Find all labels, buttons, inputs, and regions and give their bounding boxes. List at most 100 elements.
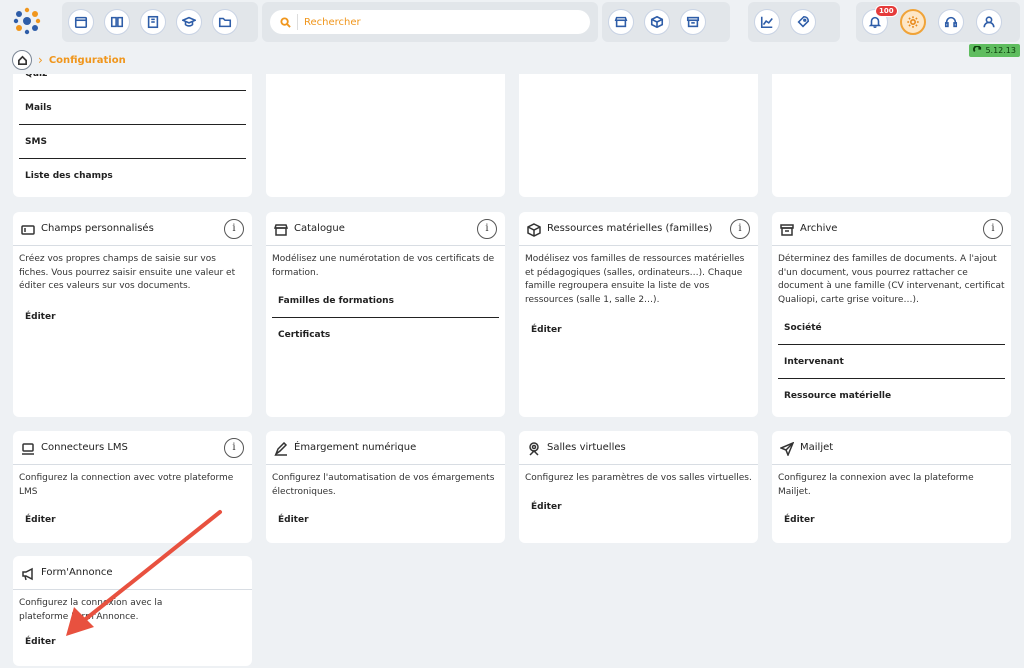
rocket-button[interactable] — [790, 9, 816, 35]
building-icon — [147, 15, 159, 29]
graduation-cap-icon — [182, 16, 196, 27]
breadcrumb: › Configuration — [12, 50, 126, 70]
store-button[interactable] — [608, 9, 634, 35]
archive-list: Société Intervenant Ressource matérielle — [772, 311, 1011, 413]
info-icon[interactable]: i — [983, 218, 1003, 239]
list-item-familles-de-formations[interactable]: Familles de formations — [272, 284, 499, 318]
card-archive: Archive i Déterminez des familles de doc… — [772, 212, 1011, 417]
archive-box-icon — [686, 16, 700, 28]
card-header: Ressources matérielles (familles) i — [519, 212, 758, 246]
rocket-icon — [797, 15, 810, 28]
list-item-certificats[interactable]: Certificats — [272, 318, 499, 352]
refresh-icon — [973, 46, 982, 53]
folder-icon — [218, 17, 232, 28]
cube-button[interactable] — [644, 9, 670, 35]
notification-count-badge: 100 — [875, 5, 898, 17]
card-formannonce: Form'Annonce Configurez la connexion ave… — [13, 556, 252, 666]
card-title: Connecteurs LMS — [41, 442, 128, 453]
catalogue-list: Familles de formations Certificats — [266, 284, 505, 352]
card-description: Configurez la connexion avec la platefor… — [778, 473, 974, 497]
breadcrumb-current: Configuration — [48, 54, 126, 66]
store-icon — [273, 222, 289, 236]
card-header: Catalogue i — [266, 212, 505, 246]
info-icon[interactable]: i — [224, 218, 244, 239]
chart-button[interactable] — [754, 9, 780, 35]
card-row1-col4 — [772, 74, 1011, 197]
card-header: Salles virtuelles — [519, 431, 758, 465]
search-box — [270, 10, 590, 34]
cube-icon — [527, 222, 541, 237]
headset-icon — [944, 16, 958, 28]
laptop-icon — [21, 441, 35, 455]
search-divider — [297, 14, 298, 30]
settings-button[interactable] — [900, 9, 926, 35]
card-description: Modélisez une numérotation de vos certif… — [272, 254, 495, 278]
list-item-intervenant[interactable]: Intervenant — [778, 345, 1005, 379]
card-emargement-numerique: Émargement numérique Configurez l'automa… — [266, 431, 505, 543]
card-row1-col3 — [519, 74, 758, 197]
info-icon[interactable]: i — [730, 218, 750, 239]
edit-link[interactable]: Éditer — [266, 515, 505, 525]
edit-link[interactable]: Éditer — [13, 515, 252, 525]
card-title: Ressources matérielles (familles) — [547, 223, 713, 234]
list-item-liste-des-champs[interactable]: Liste des champs — [19, 159, 246, 193]
cube-icon — [650, 15, 664, 29]
card-communication: Quiz Mails SMS Liste des champs — [13, 74, 252, 197]
edit-link[interactable]: Éditer — [519, 502, 758, 512]
store-icon — [614, 16, 628, 28]
input-field-icon — [21, 222, 35, 236]
card-connecteurs-lms: Connecteurs LMS i Configurez la connecti… — [13, 431, 252, 543]
communication-list: Quiz Mails SMS Liste des champs — [13, 74, 252, 193]
card-mailjet: Mailjet Configurez la connexion avec la … — [772, 431, 1011, 543]
support-button[interactable] — [938, 9, 964, 35]
nav-group-stats — [748, 2, 840, 42]
line-chart-icon — [760, 16, 773, 29]
webcam-icon — [527, 441, 541, 456]
search-input[interactable] — [304, 16, 564, 28]
archive-box-icon — [780, 222, 794, 236]
profile-button[interactable] — [976, 9, 1002, 35]
card-description: Configurez la connexion avec la platefor… — [19, 598, 163, 622]
card-header: Connecteurs LMS i — [13, 431, 252, 465]
card-description: Configurez l'automatisation de vos émarg… — [272, 473, 495, 497]
calendar-button[interactable] — [68, 9, 94, 35]
card-row1-col2 — [266, 74, 505, 197]
card-title: Catalogue — [294, 223, 345, 234]
edit-link[interactable]: Éditer — [13, 312, 252, 322]
card-salles-virtuelles: Salles virtuelles Configurez les paramèt… — [519, 431, 758, 543]
app-logo[interactable] — [12, 6, 42, 36]
list-item-mails[interactable]: Mails — [19, 91, 246, 125]
archive-button[interactable] — [680, 9, 706, 35]
list-item-societe[interactable]: Société — [778, 311, 1005, 345]
bell-icon — [868, 16, 882, 29]
building-button[interactable] — [140, 9, 166, 35]
nav-group-user: 100 — [856, 2, 1020, 42]
book-icon — [110, 16, 124, 28]
home-button[interactable] — [12, 50, 32, 70]
version-label: 5.12.13 — [985, 46, 1016, 55]
notifications-button[interactable]: 100 — [862, 5, 898, 35]
graduation-button[interactable] — [176, 9, 202, 35]
edit-link[interactable]: Éditer — [772, 515, 1011, 525]
card-ressources-materielles: Ressources matérielles (familles) i Modé… — [519, 212, 758, 417]
list-item-sms[interactable]: SMS — [19, 125, 246, 159]
info-icon[interactable]: i — [224, 437, 244, 458]
card-description: Configurez la connection avec votre plat… — [19, 473, 234, 497]
card-title: Form'Annonce — [41, 567, 113, 578]
card-description: Modélisez vos familles de ressources mat… — [525, 254, 745, 305]
card-header: Archive i — [772, 212, 1011, 246]
card-title: Salles virtuelles — [547, 442, 626, 453]
edit-link[interactable]: Éditer — [519, 325, 758, 335]
list-item-ressource-materielle[interactable]: Ressource matérielle — [778, 379, 1005, 413]
home-icon — [17, 55, 27, 65]
book-button[interactable] — [104, 9, 130, 35]
card-title: Champs personnalisés — [41, 223, 154, 234]
edit-link[interactable]: Éditer — [13, 637, 252, 647]
card-title: Émargement numérique — [294, 442, 417, 453]
card-title: Archive — [800, 223, 838, 234]
list-item-quiz[interactable]: Quiz — [19, 74, 246, 91]
folder-button[interactable] — [212, 9, 238, 35]
card-champs-personnalises: Champs personnalisés i Créez vos propres… — [13, 212, 252, 417]
info-icon[interactable]: i — [477, 218, 497, 239]
card-title: Mailjet — [800, 442, 834, 453]
